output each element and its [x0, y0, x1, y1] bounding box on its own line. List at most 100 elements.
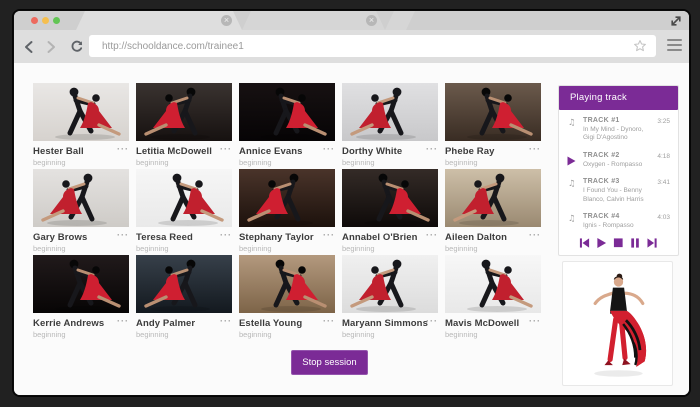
student-name: Gary Brows — [33, 232, 129, 243]
browser-menu-icon[interactable] — [667, 39, 682, 52]
student-meta: Letitia McDowell beginning ··· — [136, 141, 232, 166]
student-photo — [342, 83, 438, 141]
music-note-icon: ♫ — [568, 118, 579, 128]
browser-tab-active[interactable]: × — [76, 11, 242, 30]
dancing-couple-silhouette-icon — [239, 169, 335, 227]
student-card: Maryann Simmons beginning ··· — [342, 255, 438, 338]
student-meta: Teresa Reed beginning ··· — [136, 227, 232, 252]
window-close-icon[interactable] — [31, 17, 38, 24]
track-label: TRACK #1 — [583, 117, 668, 124]
dancing-couple-silhouette-icon — [342, 83, 438, 141]
student-photo — [33, 169, 129, 227]
more-menu-icon[interactable]: ··· — [529, 144, 541, 154]
student-photo — [239, 169, 335, 227]
student-name: Mavis McDowell — [445, 318, 541, 329]
more-menu-icon[interactable]: ··· — [426, 230, 438, 240]
more-menu-icon[interactable]: ··· — [529, 316, 541, 326]
more-menu-icon[interactable]: ··· — [220, 144, 232, 154]
dancing-couple-silhouette-icon — [239, 255, 335, 313]
student-level: beginning — [33, 330, 129, 339]
bookmark-star-icon[interactable] — [633, 39, 647, 53]
student-card: Dorthy White beginning ··· — [342, 83, 438, 166]
fullscreen-expand-icon[interactable] — [669, 14, 683, 28]
forward-button[interactable] — [44, 40, 58, 54]
student-card: Aileen Dalton beginning ··· — [445, 169, 541, 252]
student-level: beginning — [239, 158, 335, 167]
now-playing-icon — [567, 153, 576, 171]
student-name: Kerrie Andrews — [33, 318, 129, 329]
student-photo — [445, 83, 541, 141]
more-menu-icon[interactable]: ··· — [117, 144, 129, 154]
student-card: Estella Young beginning ··· — [239, 255, 335, 338]
more-menu-icon[interactable]: ··· — [323, 316, 335, 326]
track-duration: 4:18 — [657, 153, 670, 160]
student-name: Phebe Ray — [445, 146, 541, 157]
more-menu-icon[interactable]: ··· — [117, 230, 129, 240]
track-item[interactable]: ♫ TRACK #2 Oxygen - Rompasso 4:18 — [559, 147, 678, 173]
track-info: TRACK #4 Ignis - Rompasso — [583, 213, 668, 230]
dancing-couple-silhouette-icon — [33, 255, 129, 313]
more-menu-icon[interactable]: ··· — [220, 316, 232, 326]
student-name: Teresa Reed — [136, 232, 232, 243]
track-title: Oxygen - Rompasso — [583, 161, 655, 170]
track-info: TRACK #1 In My Mind - Dynoro, Gigi D'Ago… — [583, 117, 668, 143]
window-minimize-icon[interactable] — [42, 17, 49, 24]
track-label: TRACK #2 — [583, 152, 668, 159]
browser-tab-background[interactable]: × — [242, 11, 385, 30]
track-item[interactable]: ♫ TRACK #4 Ignis - Rompasso 4:03 — [559, 208, 678, 234]
track-list: ♫ TRACK #1 In My Mind - Dynoro, Gigi D'A… — [559, 110, 678, 235]
student-photo — [342, 169, 438, 227]
player-controls — [559, 237, 678, 249]
student-level: beginning — [239, 244, 335, 253]
more-menu-icon[interactable]: ··· — [220, 230, 232, 240]
student-meta: Dorthy White beginning ··· — [342, 141, 438, 166]
player-previous-button[interactable] — [579, 237, 591, 249]
player-stop-button[interactable] — [613, 237, 625, 249]
back-button[interactable] — [22, 40, 36, 54]
player-pause-button[interactable] — [630, 237, 642, 249]
tab-close-icon[interactable]: × — [366, 15, 377, 26]
new-tab-button[interactable] — [385, 11, 415, 30]
address-bar — [89, 35, 656, 57]
student-level: beginning — [33, 244, 129, 253]
music-note-icon: ♫ — [568, 214, 579, 224]
page-content: Hester Ball beginning ··· Let — [14, 63, 689, 395]
browser-tab-strip: × × — [14, 11, 689, 30]
student-level: beginning — [445, 330, 541, 339]
student-meta: Maryann Simmons beginning ··· — [342, 313, 438, 338]
student-meta: Annice Evans beginning ··· — [239, 141, 335, 166]
more-menu-icon[interactable]: ··· — [117, 316, 129, 326]
address-input[interactable] — [89, 35, 656, 57]
dancing-couple-silhouette-icon — [342, 255, 438, 313]
student-name: Annabel O'Brien — [342, 232, 438, 243]
more-menu-icon[interactable]: ··· — [323, 230, 335, 240]
student-level: beginning — [239, 330, 335, 339]
student-meta: Estella Young beginning ··· — [239, 313, 335, 338]
more-menu-icon[interactable]: ··· — [426, 316, 438, 326]
student-photo — [342, 255, 438, 313]
more-menu-icon[interactable]: ··· — [426, 144, 438, 154]
player-next-button[interactable] — [647, 237, 659, 249]
tab-close-icon[interactable]: × — [221, 15, 232, 26]
student-name: Hester Ball — [33, 146, 129, 157]
student-card: Annice Evans beginning ··· — [239, 83, 335, 166]
player-play-button[interactable] — [596, 237, 608, 249]
student-photo — [445, 169, 541, 227]
student-card: Hester Ball beginning ··· — [33, 83, 129, 166]
dancing-couple-silhouette-icon — [239, 83, 335, 141]
more-menu-icon[interactable]: ··· — [323, 144, 335, 154]
track-title: I Found You - Benny Blanco, Calvin Harri… — [583, 187, 655, 205]
student-level: beginning — [445, 158, 541, 167]
desktop-background: × × — [0, 0, 700, 407]
track-item[interactable]: ♫ TRACK #3 I Found You - Benny Blanco, C… — [559, 173, 678, 208]
student-level: beginning — [136, 330, 232, 339]
window-zoom-icon[interactable] — [53, 17, 60, 24]
student-photo — [239, 83, 335, 141]
refresh-button[interactable] — [70, 40, 84, 54]
more-menu-icon[interactable]: ··· — [529, 230, 541, 240]
student-card: Phebe Ray beginning ··· — [445, 83, 541, 166]
student-photo — [136, 169, 232, 227]
track-item[interactable]: ♫ TRACK #1 In My Mind - Dynoro, Gigi D'A… — [559, 112, 678, 147]
stop-session-button[interactable]: Stop session — [291, 350, 368, 375]
student-name: Annice Evans — [239, 146, 335, 157]
